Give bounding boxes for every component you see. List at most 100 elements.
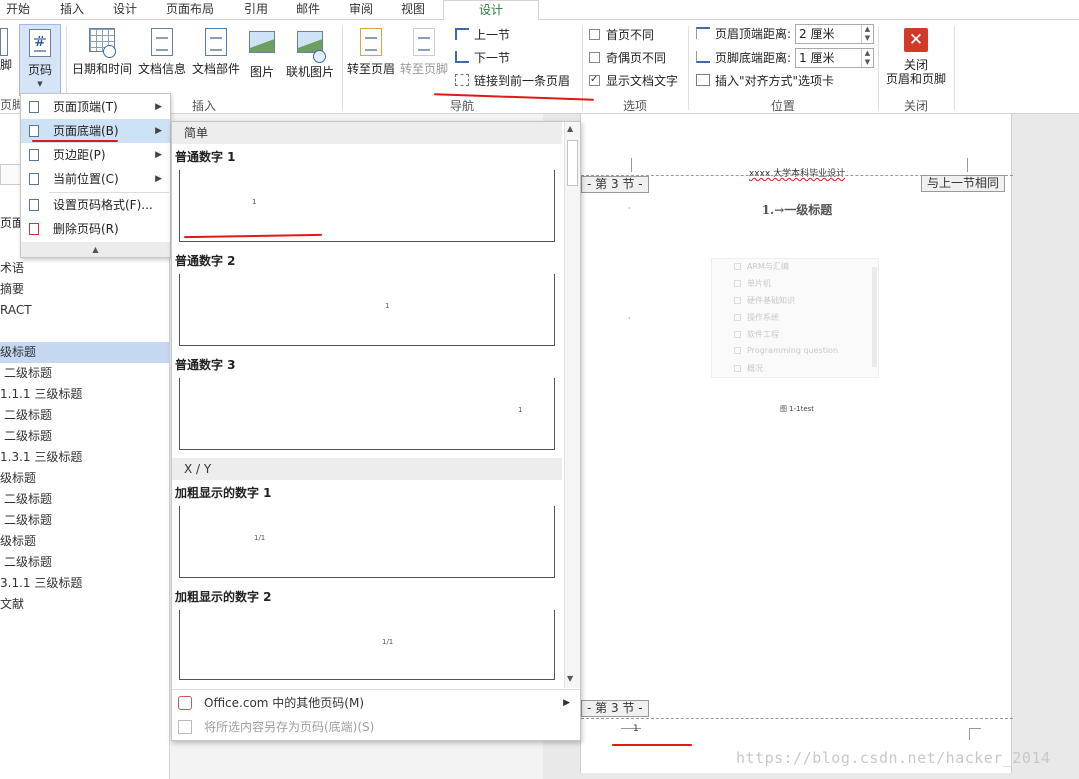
nav-heading[interactable]: 级标题 [0, 531, 170, 552]
close-icon: ✕ [904, 28, 928, 52]
annotation-underline [32, 140, 118, 142]
figure-image[interactable]: ARM与汇编 单片机 硬件基础知识 操作系统 软件工程 Programming … [711, 258, 879, 378]
gallery-item-plain-number-3[interactable]: 1 [179, 378, 555, 450]
option-diff-odd-even[interactable]: 奇偶页不同 [589, 51, 666, 65]
picture-button[interactable]: 图片 [244, 28, 280, 79]
calendar-clock-icon [88, 28, 116, 58]
chevron-right-icon: ▶ [155, 174, 162, 184]
position-group-label: 位置 [770, 99, 795, 113]
nav-heading[interactable]: 二级标题 [0, 405, 170, 426]
page-number-label: 页码 [27, 63, 52, 77]
option-diff-odd-even-label: 奇偶页不同 [606, 51, 667, 65]
nav-heading[interactable]: 1.1.1 三级标题 [0, 384, 170, 405]
scroll-thumb[interactable] [567, 140, 578, 186]
figure-item: 硬件基础知识 [734, 295, 795, 306]
preview-number: 1/1 [382, 638, 394, 646]
nav-heading[interactable]: 二级标题 [0, 363, 170, 384]
nav-heading[interactable]: 二级标题 [0, 426, 170, 447]
figure-caption[interactable]: 图 1-1test [581, 404, 1013, 414]
menu-resize-grip[interactable]: ▲ [21, 242, 170, 257]
nav-group-label: 导航 [449, 99, 474, 113]
header-top-distance-input[interactable]: 2 厘米 ▲ ▼ [795, 24, 874, 44]
checkbox-diff-first[interactable] [589, 29, 600, 40]
nav-heading[interactable]: RACT [0, 300, 170, 321]
goto-header-button[interactable]: 转至页眉 [345, 28, 397, 76]
next-section-label: 下一节 [474, 51, 511, 65]
figure-item: ARM与汇编 [734, 261, 789, 272]
menu-item-current-position[interactable]: 当前位置(C) ▶ [21, 167, 170, 191]
preview-number: 1 [252, 198, 257, 206]
footer-bottom-distance-input[interactable]: 1 厘米 ▲ ▼ [795, 48, 874, 68]
options-group-label: 选项 [622, 99, 647, 113]
tab-header-footer-design[interactable]: 设计 [443, 0, 539, 21]
next-section-icon [455, 51, 469, 63]
nav-heading[interactable]: 3.1.1 三级标题 [0, 573, 170, 594]
link-to-previous-label: 链接到前一条页眉 [474, 74, 571, 88]
nav-heading[interactable]: 二级标题 [0, 552, 170, 573]
gallery-item-plain-number-2[interactable]: 1 [179, 274, 555, 346]
insert-align-tab-button[interactable]: 插入"对齐方式"选项卡 [696, 74, 834, 88]
prev-section-label: 上一节 [474, 28, 511, 42]
nav-heading-selected[interactable]: 级标题 [0, 342, 170, 363]
spin-arrows-icon[interactable]: ▲ ▼ [861, 25, 873, 43]
date-time-button[interactable]: 日期和时间 [70, 28, 134, 76]
figure-item: 概况 [734, 363, 763, 374]
heading-level-1[interactable]: 1.→一级标题 [581, 201, 1013, 218]
next-section-button[interactable]: 下一节 [455, 51, 510, 65]
nav-heading[interactable]: 二级标题 [0, 489, 170, 510]
nav-heading[interactable]: 1.3.1 三级标题 [0, 447, 170, 468]
scroll-up-icon[interactable]: ▲ [567, 124, 573, 133]
header-text-value: xxxx 大学本科毕业设计 [748, 169, 846, 179]
option-diff-first[interactable]: 首页不同 [589, 28, 654, 42]
menu-item-remove-page-numbers[interactable]: 删除页码(R) [21, 217, 170, 241]
checkbox-show-doc-text[interactable] [589, 73, 600, 87]
nav-heading[interactable]: 摘要 [0, 279, 170, 300]
gallery-item-bold-number-2[interactable]: 1/1 [179, 610, 555, 680]
menu-item-page-margins[interactable]: 页边距(P) ▶ [21, 143, 170, 167]
nav-heading[interactable]: 术语 [0, 258, 170, 279]
checkbox-diff-odd-even[interactable] [589, 52, 600, 63]
menu-item-top-of-page[interactable]: 页面顶端(T) ▶ [21, 95, 170, 119]
ribbon-tab-bar: 开始 插入 设计 页面布局 引用 邮件 审阅 视图 设计 [0, 0, 1079, 21]
document-page[interactable]: xxxx 大学本科毕业设计 - 第 3 节 - 与上一节相同 · 1.→一级标题… [580, 114, 1013, 773]
close-header-footer-button[interactable]: ✕ 关闭 页眉和页脚 [882, 28, 950, 86]
format-page-number-icon [29, 199, 39, 211]
tab-mailings[interactable]: 邮件 [288, 0, 328, 20]
page-number-button[interactable]: # 页码 ▼ [19, 24, 61, 96]
footer-button-label: 脚 [0, 58, 12, 72]
doc-info-button[interactable]: 文档信息 [135, 28, 189, 76]
prev-section-button[interactable]: 上一节 [455, 28, 510, 42]
close-label-line2: 页眉和页脚 [885, 72, 946, 86]
tab-design[interactable]: 设计 [105, 0, 145, 20]
nav-heading[interactable]: 级标题 [0, 468, 170, 489]
nav-heading[interactable]: 文献 [0, 594, 170, 615]
tab-home[interactable]: 开始 [0, 0, 36, 20]
option-diff-first-label: 首页不同 [606, 28, 655, 42]
tab-references[interactable]: 引用 [236, 0, 276, 20]
footer-button-cut[interactable]: 脚 [0, 28, 12, 88]
goto-footer-button[interactable]: 转至页脚 [398, 28, 450, 76]
online-picture-button[interactable]: 联机图片 [282, 28, 338, 79]
gallery-item-plain-number-1[interactable]: 1 [179, 170, 555, 242]
doc-parts-label: 文档部件 [191, 62, 240, 76]
annotation-underline [612, 744, 692, 746]
remove-page-number-icon [29, 223, 39, 235]
spin-arrows-icon[interactable]: ▲ ▼ [861, 49, 873, 67]
scroll-down-icon[interactable]: ▼ [567, 674, 573, 683]
tab-review[interactable]: 审阅 [341, 0, 381, 20]
gallery-item-bold-number-1[interactable]: 1/1 [179, 506, 555, 578]
tab-page-layout[interactable]: 页面布局 [160, 0, 220, 20]
option-show-doc-text[interactable]: 显示文档文字 [589, 73, 678, 88]
footer-bottom-distance-label: 页脚底端距离: [696, 51, 791, 65]
save-selection-to-gallery[interactable]: 将所选内容另存为页码(底端)(S) [172, 716, 580, 738]
gallery-scrollbar[interactable]: ▲ ▼ [564, 122, 580, 688]
more-page-numbers-online[interactable]: Office.com 中的其他页码(M) ▶ [172, 692, 580, 714]
more-online-label: Office.com 中的其他页码(M) [204, 696, 365, 710]
menu-item-format-page-numbers[interactable]: 设置页码格式(F)... [21, 193, 170, 217]
doc-parts-button[interactable]: 文档部件 [189, 28, 243, 76]
nav-heading[interactable]: 二级标题 [0, 510, 170, 531]
link-to-previous-button[interactable]: 链接到前一条页眉 [455, 74, 570, 88]
tab-insert[interactable]: 插入 [52, 0, 92, 20]
footer-page-number[interactable]: 1 [633, 724, 639, 734]
tab-view[interactable]: 视图 [393, 0, 433, 20]
